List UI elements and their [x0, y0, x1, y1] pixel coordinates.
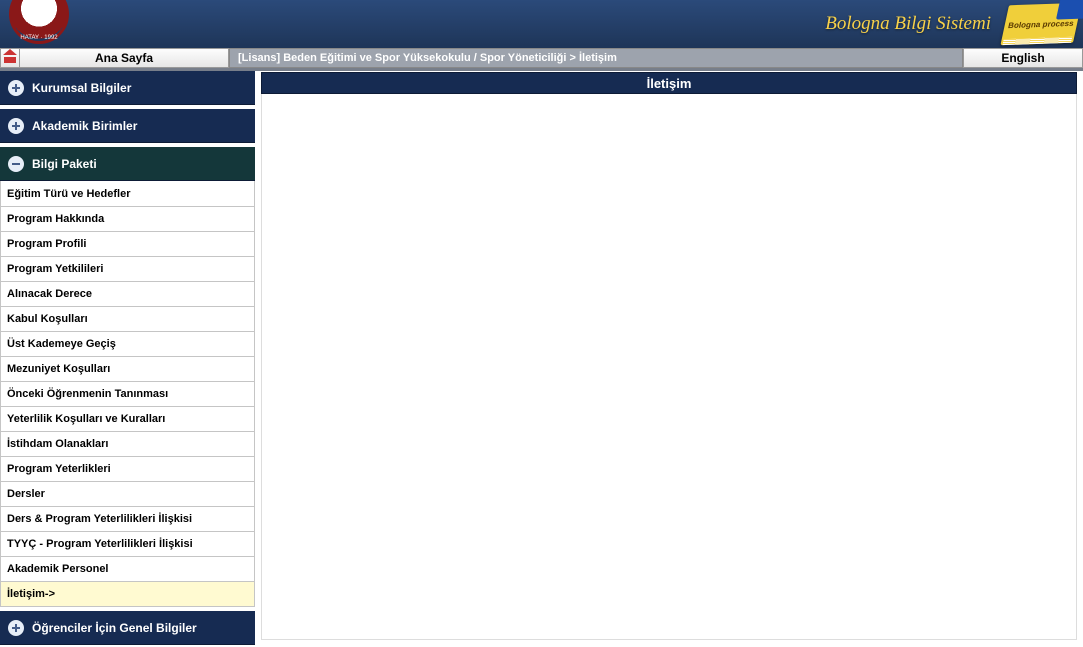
sidebar-item-label: Ders & Program Yeterlilikleri İlişkisi [7, 513, 192, 525]
sidebar-group-akademik[interactable]: Akademik Birimler [0, 109, 255, 143]
collapse-icon [8, 156, 24, 172]
sidebar-item[interactable]: Akademik Personel [1, 556, 254, 581]
sidebar-item[interactable]: İstihdam Olanakları [1, 431, 254, 456]
sidebar-group-label: Öğrenciler İçin Genel Bilgiler [32, 621, 197, 635]
sidebar-group-label: Kurumsal Bilgiler [32, 81, 131, 95]
sidebar-group-kurumsal[interactable]: Kurumsal Bilgiler [0, 71, 255, 105]
sidebar-item-label: Yeterlilik Koşulları ve Kuralları [7, 413, 165, 425]
university-seal: HATAY · 1992 [4, 0, 74, 48]
sidebar-item[interactable]: Üst Kademeye Geçiş [1, 331, 254, 356]
sidebar-item-label: Dersler [7, 488, 45, 500]
sidebar-item[interactable]: Program Yeterlikleri [1, 456, 254, 481]
main-area: Kurumsal Bilgiler Akademik Birimler Bilg… [0, 71, 1083, 647]
lang-label: English [1001, 51, 1044, 65]
expand-icon [8, 80, 24, 96]
home-icon-button[interactable] [0, 48, 20, 68]
seal-text: HATAY · 1992 [20, 35, 57, 41]
sidebar-item-label: Mezuniyet Koşulları [7, 363, 110, 375]
sidebar-item-label: Program Hakkında [7, 213, 104, 225]
expand-icon [8, 118, 24, 134]
sidebar-item-label: Program Yetkilileri [7, 263, 103, 275]
breadcrumb: [Lisans] Beden Eğitimi ve Spor Yüksekoku… [229, 48, 963, 68]
sidebar: Kurumsal Bilgiler Akademik Birimler Bilg… [0, 71, 255, 647]
book-pages-icon [1002, 37, 1072, 45]
sidebar-item[interactable]: Alınacak Derece [1, 281, 254, 306]
sidebar-item-label: Önceki Öğrenmenin Tanınması [7, 388, 168, 400]
sidebar-item[interactable]: Program Hakkında [1, 206, 254, 231]
bologna-process-logo: Bologna process [1000, 3, 1081, 45]
sidebar-item-label: İstihdam Olanakları [7, 438, 108, 450]
sidebar-group-label: Akademik Birimler [32, 119, 137, 133]
eu-flag-icon [1056, 0, 1083, 20]
breadcrumb-text: [Lisans] Beden Eğitimi ve Spor Yüksekoku… [238, 52, 617, 64]
sidebar-item[interactable]: Program Profili [1, 231, 254, 256]
sidebar-item-label: Alınacak Derece [7, 288, 92, 300]
sidebar-item-label: Program Profili [7, 238, 86, 250]
top-bar: Ana Sayfa [Lisans] Beden Eğitimi ve Spor… [0, 48, 1083, 71]
home-button[interactable]: Ana Sayfa [20, 48, 229, 68]
sidebar-submenu-bilgi-paketi: Eğitim Türü ve Hedefler Program Hakkında… [0, 181, 255, 607]
sidebar-item-label: Akademik Personel [7, 563, 109, 575]
sidebar-item-label: Program Yeterlikleri [7, 463, 111, 475]
sidebar-item[interactable]: Mezuniyet Koşulları [1, 356, 254, 381]
sidebar-item-label: Üst Kademeye Geçiş [7, 338, 116, 350]
sidebar-item-label: İletişim-> [7, 588, 55, 600]
sidebar-item[interactable]: Dersler [1, 481, 254, 506]
sidebar-group-bilgi-paketi[interactable]: Bilgi Paketi [0, 147, 255, 181]
sidebar-item-label: Kabul Koşulları [7, 313, 88, 325]
home-label: Ana Sayfa [95, 51, 153, 65]
language-toggle-button[interactable]: English [963, 48, 1083, 68]
header-right: Bologna Bilgi Sistemi Bologna process [825, 4, 1077, 44]
sidebar-item[interactable]: Yeterlilik Koşulları ve Kuralları [1, 406, 254, 431]
sidebar-item[interactable]: Ders & Program Yeterlilikleri İlişkisi [1, 506, 254, 531]
app-header: HATAY · 1992 Bologna Bilgi Sistemi Bolog… [0, 0, 1083, 48]
sidebar-item[interactable]: Kabul Koşulları [1, 306, 254, 331]
content-title: İletişim [261, 72, 1077, 94]
sidebar-item[interactable]: TYYÇ - Program Yeterlilikleri İlişkisi [1, 531, 254, 556]
home-icon [4, 53, 16, 63]
content-body [261, 94, 1077, 640]
seal-icon: HATAY · 1992 [9, 0, 69, 44]
sidebar-group-label: Bilgi Paketi [32, 157, 97, 171]
sidebar-item-label: Eğitim Türü ve Hedefler [7, 188, 130, 200]
sidebar-group-ogrenciler[interactable]: Öğrenciler İçin Genel Bilgiler [0, 611, 255, 645]
content-area: İletişim [255, 71, 1083, 647]
sidebar-item[interactable]: Önceki Öğrenmenin Tanınması [1, 381, 254, 406]
sidebar-item-label: TYYÇ - Program Yeterlilikleri İlişkisi [7, 538, 193, 550]
system-title: Bologna Bilgi Sistemi [825, 13, 991, 35]
sidebar-item[interactable]: Eğitim Türü ve Hedefler [1, 181, 254, 206]
content-title-text: İletişim [647, 76, 692, 91]
expand-icon [8, 620, 24, 636]
sidebar-item[interactable]: Program Yetkilileri [1, 256, 254, 281]
bologna-label: Bologna process [1007, 18, 1074, 29]
sidebar-item-iletisim[interactable]: İletişim-> [1, 581, 254, 606]
